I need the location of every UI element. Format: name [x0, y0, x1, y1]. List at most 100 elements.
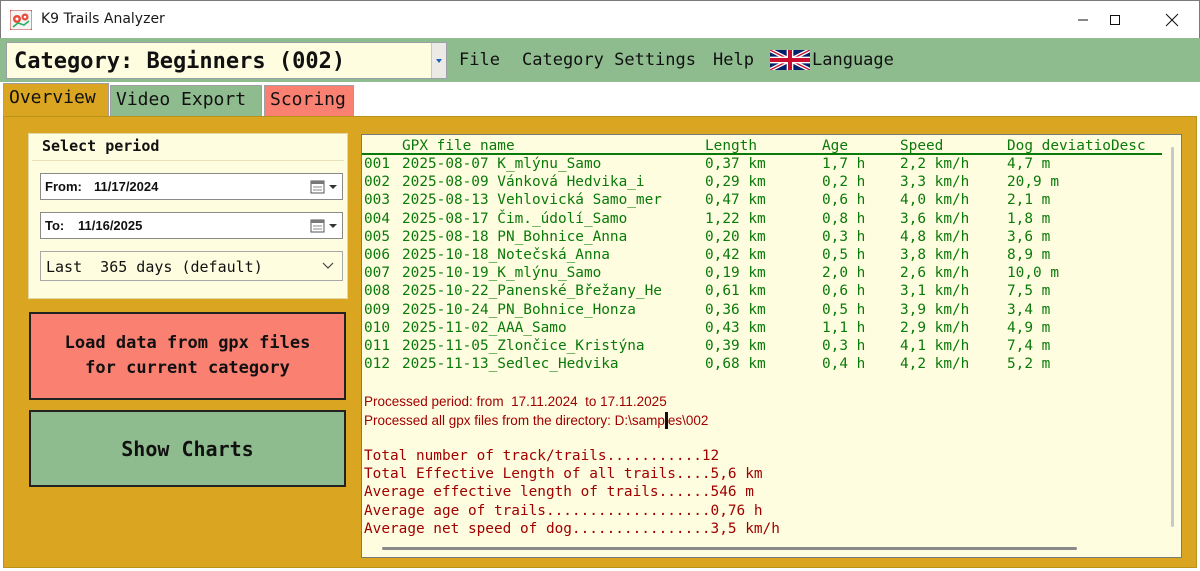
cell-length: 0,20 km [705, 228, 766, 245]
cell-file-name: 2025-08-09 Vánková Hedvika_i [402, 174, 645, 191]
category-select[interactable]: Category: Beginners (002) [6, 42, 447, 79]
load-data-button[interactable]: Load data from gpx files for current cat… [29, 312, 346, 400]
cell-number: 007 [364, 265, 390, 282]
vertical-scroll-thumb[interactable] [1171, 147, 1174, 527]
cell-file-name: 2025-11-05_Zlončice_Kristýna [402, 338, 645, 354]
results-textbox[interactable]: GPX file name Length Age Speed Dog devia… [361, 134, 1182, 558]
period-group-title: Select period [40, 137, 162, 155]
from-date-picker[interactable]: From: 11/17/2024 [40, 173, 343, 200]
cell-age: 0,5 h [822, 247, 866, 263]
cell-length: 0,36 km [705, 301, 766, 318]
period-divider [32, 160, 344, 161]
to-calendar-button[interactable] [309, 217, 339, 235]
cell-deviation: 7,4 m [1007, 338, 1051, 354]
cell-speed: 4,1 km/h [900, 338, 970, 354]
cell-length: 0,37 km [705, 156, 766, 172]
cell-age: 0,2 h [822, 174, 866, 191]
cell-number: 011 [364, 338, 390, 354]
header-underline [362, 153, 1162, 155]
cell-deviation: 5,2 m [1007, 356, 1051, 373]
maximize-icon [1110, 15, 1120, 25]
col-header-length: Length [705, 138, 757, 154]
app-icon [9, 9, 33, 31]
period-range-select[interactable]: Last 365 days (default) [40, 251, 343, 281]
cell-age: 0,3 h [822, 338, 866, 354]
menu-category-settings[interactable]: Category Settings [522, 50, 696, 70]
cell-deviation: 4,9 m [1007, 319, 1051, 336]
summary-line: Total Effective Length of all trails....… [364, 466, 763, 483]
from-date-value[interactable]: 11/17/2024 [94, 179, 158, 194]
cell-speed: 4,8 km/h [900, 228, 970, 245]
cell-age: 0,5 h [822, 301, 866, 318]
cell-age: 1,1 h [822, 319, 866, 336]
tab-overview[interactable]: Overview [3, 83, 109, 116]
cell-deviation: 4,7 m [1007, 156, 1051, 172]
cell-file-name: 2025-10-18_Notečská_Anna [402, 247, 610, 263]
tab-video-export[interactable]: Video Export [110, 85, 262, 116]
calendar-icon [310, 180, 337, 194]
cell-age: 0,6 h [822, 192, 866, 209]
show-charts-label: Show Charts [121, 436, 254, 461]
summary-line: Average effective length of trails......… [364, 484, 754, 501]
maximize-button[interactable] [1092, 1, 1138, 39]
cell-speed: 2,2 km/h [900, 156, 970, 172]
calendar-icon [310, 219, 337, 233]
uk-flag-icon[interactable] [770, 50, 810, 70]
close-button[interactable] [1149, 1, 1195, 39]
chevron-down-icon [322, 262, 334, 269]
cell-speed: 3,6 km/h [900, 210, 970, 227]
cell-age: 0,3 h [822, 228, 866, 245]
chevron-down-icon [436, 58, 442, 63]
cell-length: 0,68 km [705, 356, 766, 373]
vertical-scrollbar[interactable] [1163, 135, 1181, 540]
menu-file[interactable]: File [459, 50, 500, 70]
cell-length: 0,42 km [705, 247, 766, 263]
show-charts-button[interactable]: Show Charts [29, 410, 346, 487]
window-title: K9 Trails Analyzer [41, 11, 165, 27]
cell-deviation: 20,9 m [1007, 174, 1059, 191]
cell-number: 001 [364, 156, 390, 172]
col-header-age: Age [822, 138, 848, 154]
cell-file-name: 2025-10-22_Panenské_Břežany_He [402, 283, 662, 300]
from-label: From: [45, 179, 82, 194]
cell-number: 010 [364, 319, 390, 336]
close-icon [1165, 13, 1179, 27]
cell-speed: 4,2 km/h [900, 356, 970, 373]
cell-number: 006 [364, 247, 390, 263]
cell-file-name: 2025-08-13 Vehlovická Samo_mer [402, 192, 662, 209]
horizontal-scroll-thumb[interactable] [382, 547, 1077, 550]
cell-number: 009 [364, 301, 390, 318]
cell-speed: 3,8 km/h [900, 247, 970, 263]
to-label: To: [45, 218, 65, 233]
cell-speed: 3,3 km/h [900, 174, 970, 191]
cell-length: 0,19 km [705, 265, 766, 282]
period-range-value: Last 365 days (default) [46, 258, 263, 276]
cell-length: 0,39 km [705, 338, 766, 354]
cell-file-name: 2025-08-18 PN_Bohnice_Anna [402, 228, 628, 245]
cell-deviation: 3,4 m [1007, 301, 1051, 318]
to-date-picker[interactable]: To: 11/16/2025 [40, 212, 343, 239]
menu-help[interactable]: Help [713, 50, 754, 70]
col-header-deviation: Dog deviatioDesc [1007, 138, 1146, 154]
summary-line: Average net speed of dog................… [364, 520, 780, 537]
horizontal-scrollbar[interactable] [362, 540, 1181, 557]
cell-age: 0,8 h [822, 210, 866, 227]
cell-number: 002 [364, 174, 390, 191]
cell-number: 012 [364, 356, 390, 373]
category-dropdown-button[interactable] [431, 43, 446, 78]
cell-age: 0,6 h [822, 283, 866, 300]
to-date-value[interactable]: 11/16/2025 [78, 218, 142, 233]
col-header-name: GPX file name [402, 138, 515, 154]
from-calendar-button[interactable] [309, 178, 339, 196]
cell-speed: 4,0 km/h [900, 192, 970, 209]
cell-file-name: 2025-11-02_AAA_Samo [402, 319, 567, 336]
cell-deviation: 3,6 m [1007, 228, 1051, 245]
cell-deviation: 2,1 m [1007, 192, 1051, 209]
cell-file-name: 2025-10-24_PN_Bohnice_Honza [402, 301, 636, 318]
cell-deviation: 7,5 m [1007, 283, 1051, 300]
cell-length: 0,61 km [705, 283, 766, 300]
menu-language[interactable]: Language [812, 50, 894, 70]
summary-line: Average age of trails...................… [364, 502, 763, 519]
tab-scoring[interactable]: Scoring [264, 85, 354, 116]
cell-number: 003 [364, 192, 390, 209]
